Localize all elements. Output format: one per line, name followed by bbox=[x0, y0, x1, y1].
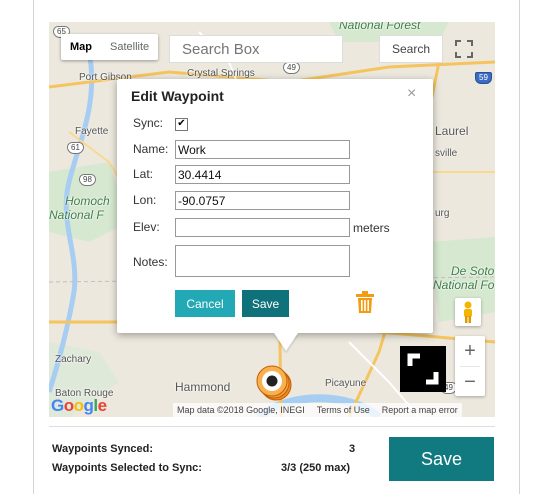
map-label-homochitto-line2: National F bbox=[49, 208, 104, 222]
map-data-credit: Map data ©2018 Google, INEGI bbox=[177, 405, 305, 415]
zoom-in-button[interactable]: + bbox=[455, 336, 485, 366]
save-button[interactable]: Save bbox=[389, 437, 494, 481]
route-shield-61: 61 bbox=[67, 142, 84, 154]
notes-field[interactable] bbox=[175, 245, 350, 277]
terms-of-use-link[interactable]: Terms of Use bbox=[317, 403, 370, 417]
waypoints-selected-label: Waypoints Selected to Sync: bbox=[52, 462, 202, 474]
lon-label: Lon: bbox=[133, 193, 157, 207]
name-field[interactable] bbox=[175, 140, 350, 159]
dialog-save-button[interactable]: Save bbox=[242, 290, 289, 317]
map-label-picayune: Picayune bbox=[325, 378, 367, 389]
lat-label: Lat: bbox=[133, 167, 154, 181]
elev-field[interactable] bbox=[175, 218, 350, 237]
elev-label: Elev: bbox=[133, 220, 160, 234]
sync-checkbox[interactable]: ✔ bbox=[175, 118, 188, 131]
map-type-map-button[interactable]: Map bbox=[61, 34, 101, 60]
lat-field[interactable] bbox=[175, 165, 350, 184]
zoom-out-button[interactable]: − bbox=[455, 367, 485, 397]
report-map-error-link[interactable]: Report a map error bbox=[382, 403, 458, 417]
map-label-crystal-springs: Crystal Springs bbox=[187, 68, 255, 79]
map-type-satellite-button[interactable]: Satellite bbox=[101, 34, 158, 60]
map-label-national-forest: National Forest bbox=[339, 22, 421, 32]
route-shield-49: 49 bbox=[283, 62, 300, 74]
notes-label: Notes: bbox=[133, 255, 168, 269]
map-type-control: Map Satellite bbox=[61, 34, 159, 60]
map-label-fayette: Fayette bbox=[75, 126, 109, 137]
map-label-zachary: Zachary bbox=[55, 354, 92, 365]
footer-divider bbox=[49, 426, 495, 427]
google-logo: Google bbox=[51, 396, 107, 415]
name-label: Name: bbox=[133, 142, 169, 156]
dialog-close-button[interactable]: × bbox=[407, 85, 416, 103]
route-shield-59: 59 bbox=[475, 72, 492, 84]
corners-icon bbox=[407, 353, 439, 385]
waypoint-marker-icon bbox=[256, 365, 292, 401]
map-search-input[interactable] bbox=[169, 35, 343, 63]
exit-fullscreen-button[interactable] bbox=[400, 346, 446, 392]
map-label-laurel: Laurel bbox=[435, 124, 469, 138]
waypoints-synced-value: 3 bbox=[349, 443, 356, 455]
waypoint-markers[interactable] bbox=[255, 362, 295, 407]
map-search-button[interactable]: Search bbox=[379, 35, 443, 63]
route-shield-98: 98 bbox=[79, 174, 96, 186]
pegman-icon bbox=[464, 301, 472, 323]
map-label-de-soto-line2: National Fo bbox=[433, 278, 495, 292]
map-label-de-soto-line1: De Soto bbox=[451, 264, 495, 278]
elev-units-label: meters bbox=[353, 221, 390, 235]
cancel-button[interactable]: Cancel bbox=[175, 290, 235, 317]
fullscreen-icon bbox=[455, 40, 473, 58]
map-label-hammond: Hammond bbox=[175, 380, 231, 394]
dialog-title: Edit Waypoint bbox=[131, 88, 224, 104]
lon-field[interactable] bbox=[175, 191, 350, 210]
map-fullscreen-button[interactable] bbox=[449, 34, 479, 64]
sync-label: Sync: bbox=[133, 116, 164, 130]
street-view-pegman[interactable] bbox=[455, 298, 481, 326]
map-label-ellisville: sville bbox=[435, 148, 458, 159]
zoom-control: + − bbox=[455, 336, 485, 396]
trash-icon bbox=[356, 291, 374, 313]
map-label-homochitto-line1: Homoch bbox=[65, 194, 110, 208]
map-label-hattiesburg: urg bbox=[435, 208, 450, 219]
delete-waypoint-button[interactable] bbox=[356, 291, 374, 318]
edit-waypoint-dialog: Edit Waypoint × Sync: ✔ Name: Lat: Lon: … bbox=[117, 79, 433, 351]
map-attribution: Map data ©2018 Google, INEGI Terms of Us… bbox=[173, 403, 462, 417]
waypoints-synced-label: Waypoints Synced: bbox=[52, 443, 154, 455]
dialog-pointer bbox=[274, 333, 298, 351]
map[interactable]: National Forest Port Gibson Crystal Spri… bbox=[49, 22, 495, 417]
waypoints-selected-value: 3/3 (250 max) bbox=[281, 462, 351, 474]
